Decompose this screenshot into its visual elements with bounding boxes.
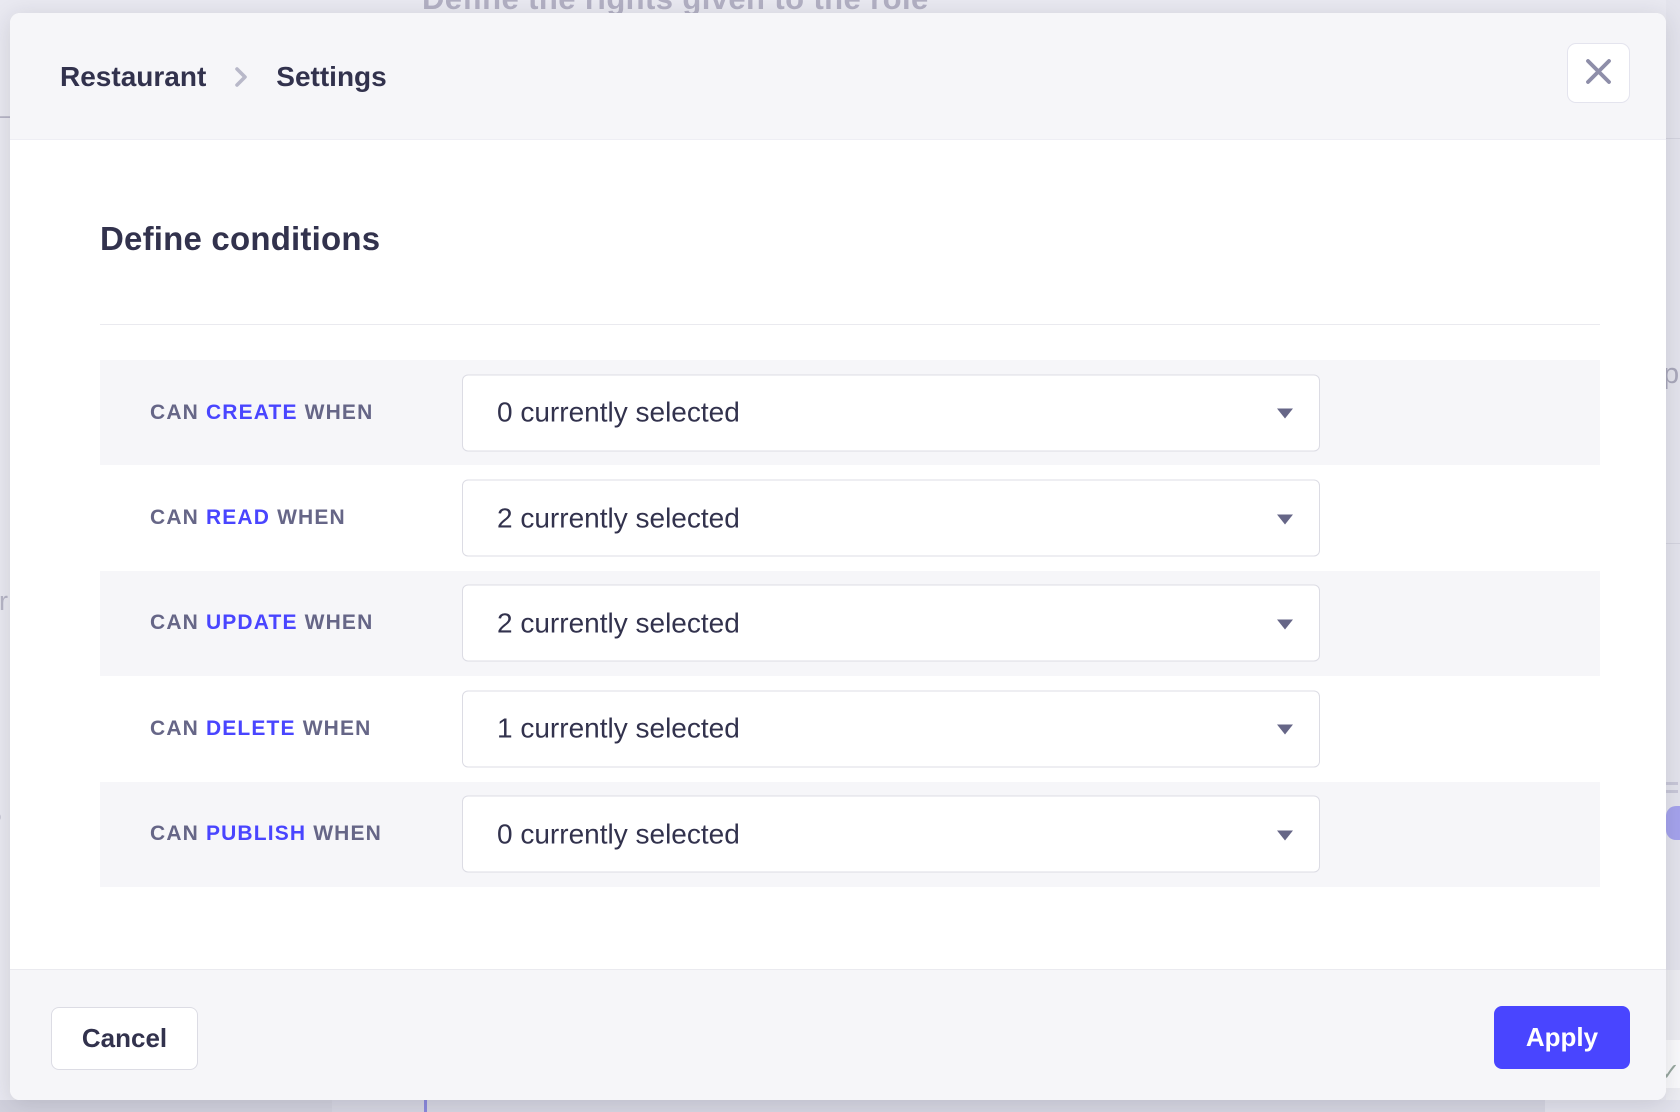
background-letter-fragment: o xyxy=(0,396,10,427)
background-text-lines xyxy=(1666,782,1678,785)
background-bottom-right xyxy=(1545,1100,1680,1112)
background-badge-fragment xyxy=(1666,806,1680,840)
modal-header: Restaurant Settings xyxy=(10,13,1666,140)
background-letter-fragment: e xyxy=(0,866,10,897)
background-divider xyxy=(1666,138,1680,139)
title-divider xyxy=(100,324,1600,325)
condition-label: CAN DELETE WHEN xyxy=(150,717,371,741)
background-divider xyxy=(1666,543,1680,544)
define-conditions-modal: Restaurant Settings Define conditions CA… xyxy=(10,13,1666,1100)
conditions-list: CAN CREATE WHEN 0 currently selected CAN… xyxy=(100,360,1600,887)
condition-label: CAN READ WHEN xyxy=(150,506,346,530)
chevron-down-icon xyxy=(1277,725,1293,735)
chevron-down-icon xyxy=(1277,830,1293,840)
select-value: 0 currently selected xyxy=(497,818,740,850)
select-value: 2 currently selected xyxy=(497,607,740,639)
dialog-title: Define conditions xyxy=(100,220,380,258)
cancel-button[interactable]: Cancel xyxy=(51,1007,198,1070)
background-bottom-left xyxy=(0,1100,332,1112)
condition-label: CAN CREATE WHEN xyxy=(150,401,373,425)
background-letter-fragment: e xyxy=(0,515,10,546)
condition-row-read: CAN READ WHEN 2 currently selected xyxy=(100,465,1600,570)
chevron-down-icon xyxy=(1277,619,1293,629)
chevron-right-icon xyxy=(232,65,250,89)
select-value: 1 currently selected xyxy=(497,713,740,745)
condition-row-publish: CAN PUBLISH WHEN 0 currently selected xyxy=(100,782,1600,887)
background-letter-fragment: l xyxy=(0,34,10,65)
chevron-down-icon xyxy=(1277,409,1293,419)
background-bottom-divider xyxy=(424,1100,427,1112)
modal-footer: Cancel Apply xyxy=(10,969,1666,1100)
background-letter-fragment: ti xyxy=(0,728,10,759)
background-letter-fragment: p xyxy=(1666,358,1679,391)
condition-row-create: CAN CREATE WHEN 0 currently selected xyxy=(100,360,1600,465)
select-publish-conditions[interactable]: 0 currently selected xyxy=(462,796,1320,873)
background-letter-fragment: er xyxy=(0,586,10,617)
background-letter-fragment: P xyxy=(0,806,10,837)
apply-button[interactable]: Apply xyxy=(1494,1006,1630,1069)
select-read-conditions[interactable]: 2 currently selected xyxy=(462,480,1320,557)
condition-label: CAN UPDATE WHEN xyxy=(150,611,373,635)
background-letter-fragment: r xyxy=(0,160,10,191)
breadcrumb-settings: Settings xyxy=(276,61,386,93)
check-icon: ✓ xyxy=(1666,1058,1680,1087)
condition-label: CAN PUBLISH WHEN xyxy=(150,822,382,846)
page-backdrop: Define the rights given to the role l — r d… xyxy=(0,0,1680,1112)
breadcrumb-restaurant: Restaurant xyxy=(60,61,206,93)
background-page-title: Define the rights given to the role xyxy=(422,0,929,13)
background-letter-fragment: d xyxy=(0,240,10,271)
condition-row-delete: CAN DELETE WHEN 1 currently selected xyxy=(100,676,1600,781)
close-icon xyxy=(1585,58,1612,88)
background-left-sliver: l—rdgoreerutiPe xyxy=(0,0,10,1112)
background-letter-fragment: — xyxy=(0,100,10,131)
background-right-sliver: p ✓ xyxy=(1666,0,1680,1112)
modal-body: Define conditions CAN CREATE WHEN 0 curr… xyxy=(10,140,1666,969)
breadcrumb: Restaurant Settings xyxy=(60,13,387,140)
select-update-conditions[interactable]: 2 currently selected xyxy=(462,585,1320,662)
select-value: 2 currently selected xyxy=(497,502,740,534)
background-letter-fragment: g xyxy=(0,316,10,347)
close-button[interactable] xyxy=(1567,43,1630,103)
select-delete-conditions[interactable]: 1 currently selected xyxy=(462,690,1320,767)
background-letter-fragment: r xyxy=(0,458,10,489)
select-value: 0 currently selected xyxy=(497,397,740,429)
select-create-conditions[interactable]: 0 currently selected xyxy=(462,374,1320,451)
condition-row-update: CAN UPDATE WHEN 2 currently selected xyxy=(100,571,1600,676)
chevron-down-icon xyxy=(1277,514,1293,524)
background-letter-fragment: u xyxy=(0,676,10,707)
background-bottom-strip xyxy=(0,1100,1680,1112)
